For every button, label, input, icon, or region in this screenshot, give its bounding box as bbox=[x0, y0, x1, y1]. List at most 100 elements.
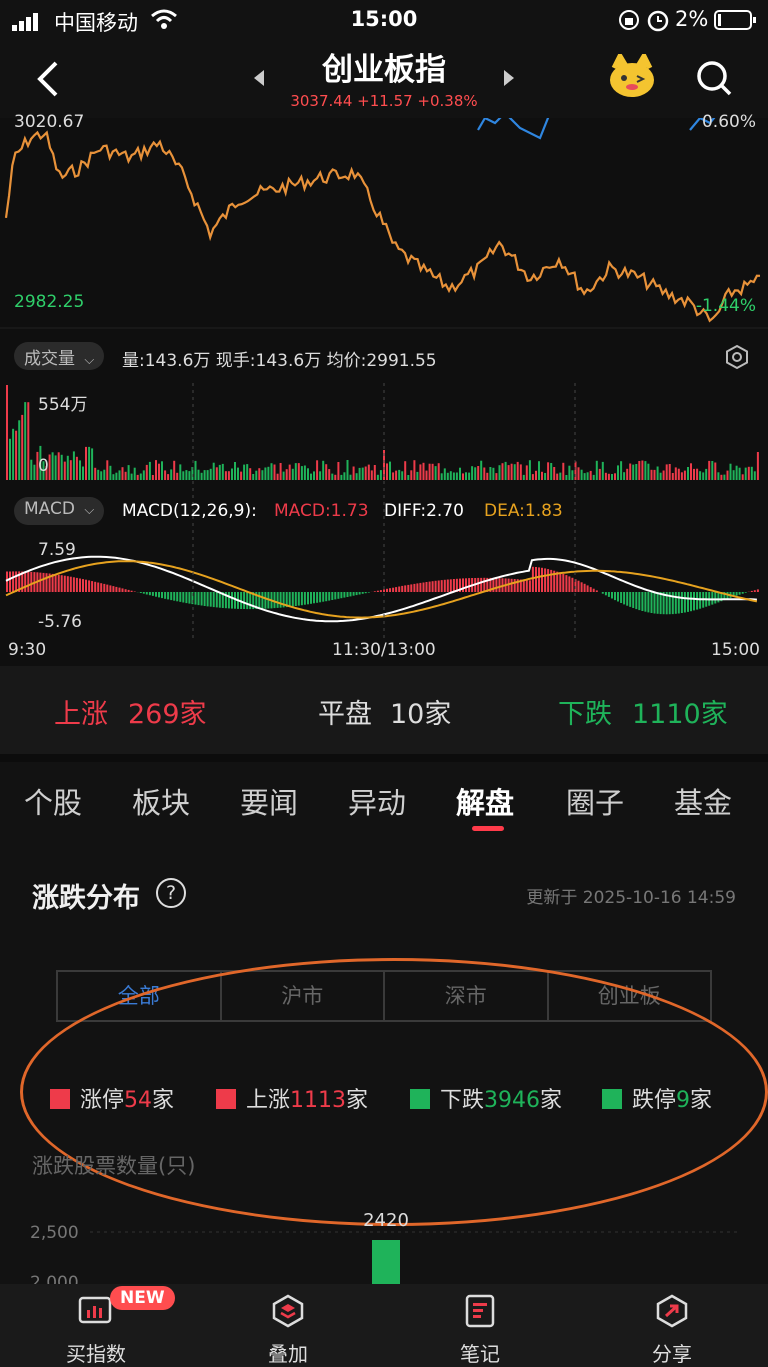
macd-bar bbox=[27, 571, 30, 592]
chevron-down-icon: ⌵ bbox=[84, 503, 95, 518]
volume-bar bbox=[753, 471, 756, 480]
volume-bar bbox=[592, 474, 595, 480]
volume-bar bbox=[501, 463, 504, 480]
tab-stocks[interactable]: 个股 bbox=[24, 780, 82, 822]
search-icon[interactable] bbox=[694, 58, 734, 98]
new-badge: NEW bbox=[110, 1286, 175, 1310]
tab-sectors[interactable]: 板块 bbox=[132, 780, 190, 822]
macd-bar bbox=[258, 592, 261, 609]
macd-bar bbox=[173, 592, 176, 601]
volume-bar bbox=[340, 474, 343, 480]
volume-bar bbox=[288, 464, 291, 480]
volume-bar bbox=[683, 470, 686, 480]
macd-bar bbox=[231, 592, 233, 609]
volume-bar bbox=[604, 472, 607, 480]
volume-bar bbox=[547, 462, 550, 480]
volume-bar bbox=[179, 464, 182, 480]
macd-bar bbox=[483, 577, 486, 592]
battery-percent: 2% bbox=[675, 7, 709, 31]
macd-bar bbox=[638, 592, 641, 611]
tab-funds[interactable]: 基金 bbox=[674, 780, 732, 822]
volume-bar bbox=[671, 473, 674, 480]
macd-bar bbox=[9, 571, 11, 592]
macd-bar bbox=[565, 575, 568, 592]
volume-bar bbox=[617, 465, 619, 480]
volume-bar bbox=[635, 464, 638, 480]
volume-bar bbox=[455, 472, 458, 480]
macd-bar bbox=[103, 583, 106, 592]
volume-bar bbox=[535, 470, 537, 480]
next-index-icon[interactable] bbox=[502, 68, 516, 88]
volume-bar bbox=[364, 466, 367, 480]
app-header: 创业板指 3037.44 +11.57 +0.38% bbox=[0, 38, 768, 118]
macd-bar bbox=[635, 592, 638, 610]
macd-bar bbox=[568, 576, 571, 592]
volume-bar bbox=[237, 467, 239, 480]
macd-bar bbox=[158, 592, 160, 598]
macd-selector-label: MACD bbox=[24, 499, 75, 519]
tab-analysis[interactable]: 解盘 bbox=[456, 780, 514, 822]
share-button[interactable]: 分享 bbox=[576, 1284, 768, 1367]
volume-bar bbox=[9, 438, 11, 480]
macd-bar bbox=[446, 579, 449, 592]
macd-bar bbox=[677, 592, 680, 614]
volume-bar bbox=[100, 471, 103, 480]
buy-index-button[interactable]: NEW 买指数 bbox=[0, 1284, 192, 1367]
macd-bar bbox=[431, 581, 434, 592]
volume-bar bbox=[611, 474, 613, 480]
volume-bar bbox=[33, 464, 36, 480]
macd-bar bbox=[322, 592, 325, 602]
tab-movers[interactable]: 异动 bbox=[348, 780, 406, 822]
macd-high-label: 7.59 bbox=[38, 540, 76, 560]
macd-bar bbox=[340, 592, 343, 599]
help-icon[interactable]: ? bbox=[156, 878, 186, 908]
macd-bar bbox=[264, 592, 267, 609]
volume-bar bbox=[425, 470, 428, 480]
volume-selector[interactable]: 成交量 ⌵ bbox=[14, 342, 105, 370]
macd-bar bbox=[373, 591, 376, 592]
volume-bar bbox=[562, 462, 565, 480]
volume-bar bbox=[726, 470, 729, 480]
volume-bar bbox=[72, 451, 75, 480]
macd-bar bbox=[498, 578, 501, 592]
tab-circle[interactable]: 圈子 bbox=[566, 780, 624, 822]
volume-bar bbox=[139, 473, 142, 480]
macd-bar bbox=[653, 592, 656, 614]
macd-bar bbox=[620, 592, 623, 603]
mascot-icon[interactable] bbox=[606, 54, 658, 100]
volume-bar bbox=[79, 460, 81, 480]
volume-bar bbox=[492, 467, 495, 480]
volume-bar bbox=[577, 467, 580, 480]
macd-bar bbox=[100, 583, 103, 592]
macd-bar bbox=[218, 592, 221, 608]
volume-bar bbox=[510, 463, 513, 480]
volume-bar bbox=[224, 471, 227, 480]
time-end: 15:00 bbox=[711, 640, 760, 660]
intraday-chart-area[interactable]: 3020.67 2982.25 0.60% -1.44% 成交量 ⌵ 量:143… bbox=[0, 112, 768, 666]
notes-button[interactable]: 笔记 bbox=[384, 1284, 576, 1367]
macd-bar bbox=[595, 590, 598, 592]
macd-bar bbox=[246, 592, 249, 610]
overlay-button[interactable]: 叠加 bbox=[192, 1284, 384, 1367]
volume-bar bbox=[243, 464, 246, 480]
macd-bar bbox=[699, 592, 702, 609]
overlay-label: 叠加 bbox=[268, 1342, 308, 1366]
volume-bar bbox=[21, 414, 24, 480]
macd-bar bbox=[72, 577, 75, 592]
macd-bar bbox=[452, 579, 455, 592]
macd-bar bbox=[541, 567, 543, 592]
macd-bar bbox=[577, 580, 580, 592]
macd-bar bbox=[735, 592, 738, 596]
volume-bar bbox=[553, 467, 556, 480]
macd-selector[interactable]: MACD ⌵ bbox=[14, 497, 105, 525]
lock-rotation-icon bbox=[619, 10, 639, 30]
volume-bar bbox=[158, 463, 160, 480]
tab-news[interactable]: 要闻 bbox=[240, 780, 298, 822]
volume-bar bbox=[647, 463, 650, 480]
settings-icon[interactable] bbox=[724, 344, 750, 370]
volume-bar bbox=[665, 464, 668, 480]
volume-bar bbox=[91, 448, 94, 480]
macd-bar bbox=[437, 580, 440, 592]
macd-bar bbox=[279, 592, 282, 608]
macd-bar bbox=[127, 589, 130, 592]
